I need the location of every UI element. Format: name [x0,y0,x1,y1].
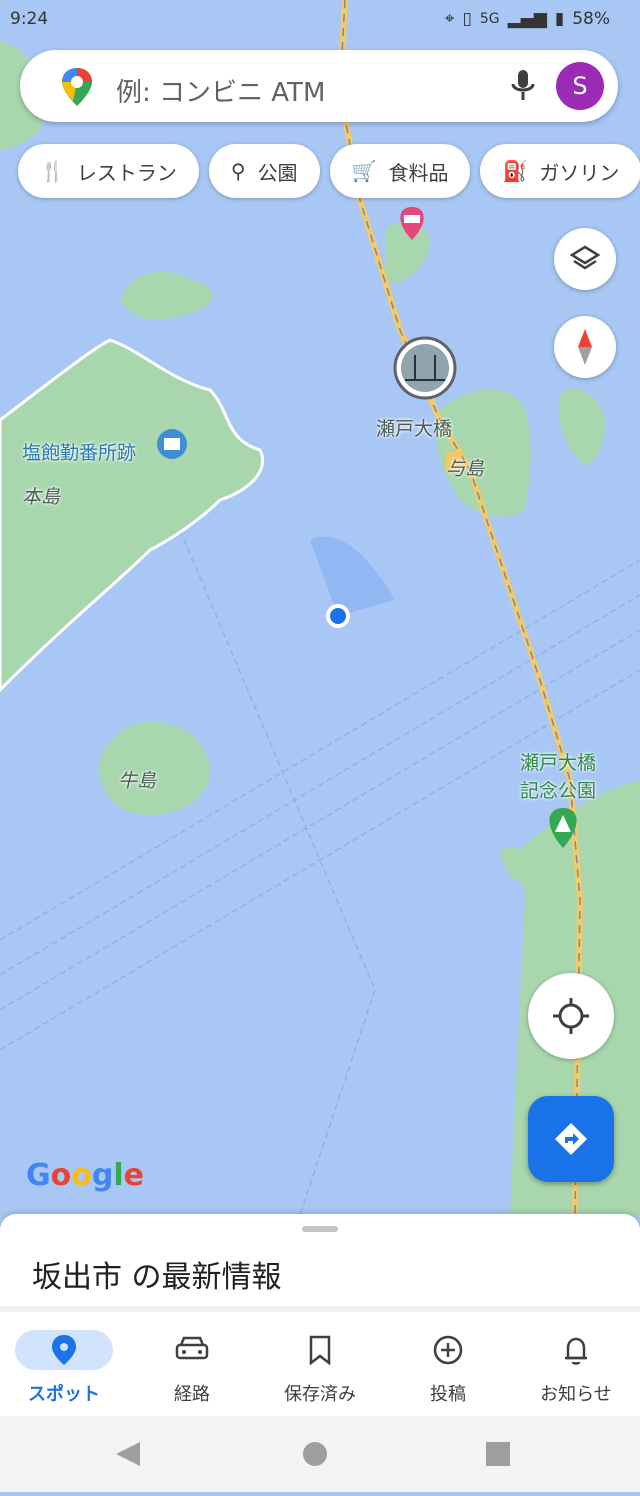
nav-contribute[interactable]: 投稿 [384,1330,512,1406]
chip-groceries[interactable]: 🛒 食料品 [329,144,471,198]
battery-level: 58% [572,9,610,29]
bookmark-icon [309,1335,331,1365]
label-shiwaku[interactable]: 塩飽勤番所跡 [22,438,136,465]
directions-icon [555,1123,587,1155]
google-logo: Google [26,1158,145,1193]
current-location-dot [330,608,346,624]
signal-icon: ▂▄▆ [507,9,547,29]
chip-restaurants[interactable]: 🍴 レストラン [18,144,199,198]
location-status-icon: ⌖ [444,9,455,29]
sheet-drag-handle[interactable] [302,1226,338,1232]
label-memorial-park-line2[interactable]: 記念公園 [520,776,596,803]
crosshair-icon [553,998,589,1034]
compass-icon [578,329,592,365]
compass-button[interactable] [554,316,616,378]
vibrate-icon: ▯ [462,9,472,29]
maps-logo-icon [62,68,92,106]
add-circle-icon [433,1335,463,1365]
car-icon [175,1336,209,1360]
location-pin-icon [52,1335,76,1365]
layers-button[interactable] [554,228,616,290]
recents-icon[interactable] [486,1442,510,1466]
fork-knife-icon: 🍴 [40,159,65,183]
label-honjima[interactable]: 本島 [22,482,60,509]
search-bar[interactable]: 例: コンビニ ATM S [20,50,618,122]
category-chips: 🍴 レストラン ⚲ 公園 🛒 食料品 ⛽ ガソリン [18,144,640,198]
network-type: 5G [479,11,500,27]
cart-icon: 🛒 [351,159,377,183]
my-location-button[interactable] [528,973,614,1059]
gas-station-icon: ⛽ [502,159,528,183]
label-ushijima[interactable]: 牛島 [118,766,156,793]
chip-gas[interactable]: ⛽ ガソリン [480,144,640,198]
tree-icon: ⚲ [230,159,246,183]
bell-icon [565,1337,587,1365]
battery-icon: ▮ [554,9,565,29]
latest-info-sheet[interactable]: 坂出市 の最新情報 [0,1214,640,1306]
account-avatar[interactable]: S [556,62,604,110]
bottom-navigation: スポット 経路 保存済み 投稿 お知らせ [0,1306,640,1422]
status-bar: 9:24 ⌖ ▯ 5G ▂▄▆ ▮ 58% [0,0,640,38]
back-icon[interactable] [116,1442,140,1466]
microphone-icon[interactable] [508,68,538,104]
label-seto-ohashi[interactable]: 瀬戸大橋 [376,414,452,441]
home-icon[interactable] [303,1442,327,1466]
system-navigation-bar [0,1416,640,1492]
sheet-title: 坂出市 の最新情報 [32,1260,282,1295]
nav-saved[interactable]: 保存済み [256,1330,384,1406]
search-input[interactable]: 例: コンビニ ATM [116,72,325,109]
label-memorial-park-line1[interactable]: 瀬戸大橋 [520,748,596,775]
status-time: 9:24 [10,9,49,29]
nav-go[interactable]: 経路 [128,1330,256,1406]
layers-icon [570,245,600,270]
chip-parks[interactable]: ⚲ 公園 [208,144,320,198]
directions-button[interactable] [528,1096,614,1182]
nav-explore[interactable]: スポット [0,1330,128,1406]
label-yoshima[interactable]: 与島 [446,454,484,481]
nav-updates[interactable]: お知らせ [512,1330,640,1406]
